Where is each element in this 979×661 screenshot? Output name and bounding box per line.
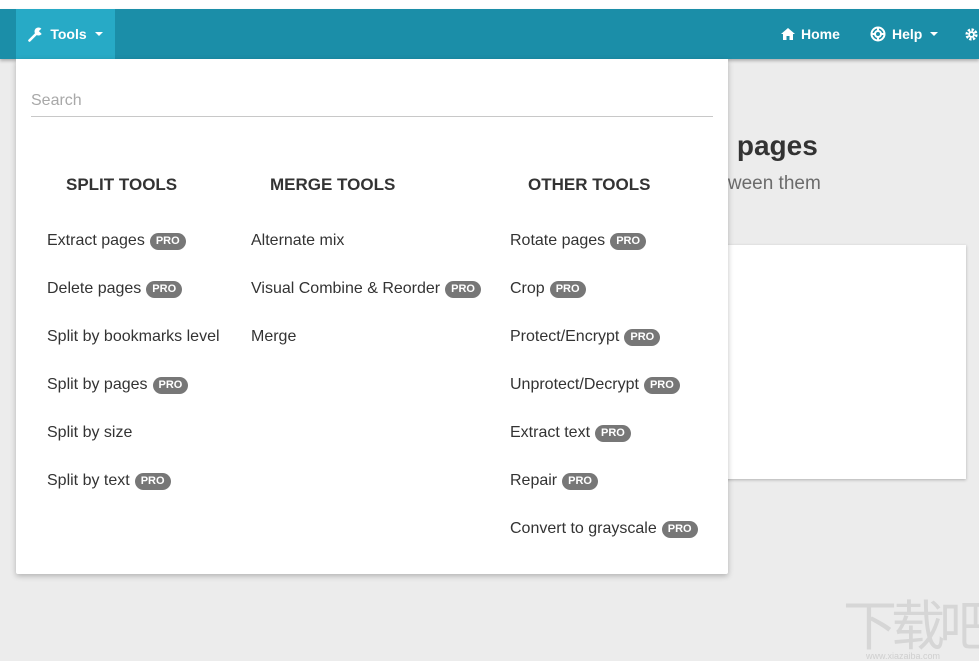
help-menu-toggle[interactable]: Help xyxy=(870,9,939,59)
tool-item[interactable]: Merge xyxy=(251,327,481,375)
help-label: Help xyxy=(892,26,923,42)
tool-item[interactable]: Extract text PRO xyxy=(510,423,698,471)
pro-badge: PRO xyxy=(152,377,189,394)
tool-item-label: Alternate mix xyxy=(251,232,345,249)
other-tools-list: Rotate pages PRO Crop PRO Protect/Encrypt PRO… xyxy=(510,231,698,567)
pro-badge: PRO xyxy=(445,281,481,298)
home-link[interactable]: Home xyxy=(781,9,840,59)
tool-item-label: Delete pages xyxy=(47,280,142,297)
pro-badge: PRO xyxy=(549,281,586,298)
tool-item-label: Unprotect/Decrypt xyxy=(510,376,639,393)
tool-item-label: Extract text xyxy=(510,424,591,441)
window-top-strip xyxy=(0,0,979,9)
pro-badge: PRO xyxy=(134,473,171,490)
pro-badge: PRO xyxy=(624,329,661,346)
chevron-down-icon xyxy=(930,32,939,36)
tool-item[interactable]: Crop PRO xyxy=(510,279,698,327)
tool-item[interactable]: Unprotect/Decrypt PRO xyxy=(510,375,698,423)
tool-item-label: Visual Combine & Reorder xyxy=(251,280,441,297)
tool-item[interactable]: Repair PRO xyxy=(510,471,698,519)
home-icon xyxy=(781,28,795,40)
tool-item[interactable]: Alternate mix xyxy=(251,231,481,279)
pro-badge: PRO xyxy=(661,521,698,538)
tools-menu-toggle[interactable]: Tools xyxy=(16,9,115,59)
other-tools-heading: OTHER TOOLS xyxy=(528,175,651,194)
tools-dropdown: SPLIT TOOLS MERGE TOOLS OTHER TOOLS Extr… xyxy=(16,59,728,574)
tool-item-label: Repair xyxy=(510,472,558,489)
merge-tools-heading: MERGE TOOLS xyxy=(270,175,396,194)
tool-item[interactable]: Split by text PRO xyxy=(47,471,220,519)
tool-item-label: Split by text xyxy=(47,472,130,489)
watermark-logo: 下载吧 xyxy=(843,595,979,658)
wrench-icon xyxy=(28,26,45,42)
tool-item[interactable]: Split by bookmarks level xyxy=(47,327,220,375)
pro-badge: PRO xyxy=(610,233,647,250)
tool-item-label: Merge xyxy=(251,328,297,345)
pro-badge: PRO xyxy=(149,233,186,250)
pro-badge: PRO xyxy=(595,425,631,442)
tool-item-label: Protect/Encrypt xyxy=(510,328,620,345)
gear-icon xyxy=(964,27,979,42)
tool-item[interactable]: Rotate pages PRO xyxy=(510,231,698,279)
lifebuoy-icon xyxy=(870,26,886,42)
pro-badge: PRO xyxy=(146,281,183,298)
pro-badge: PRO xyxy=(643,377,680,394)
page-subheading: etween them xyxy=(712,173,821,194)
tool-item[interactable]: Extract pages PRO xyxy=(47,231,220,279)
tool-item[interactable]: Convert to grayscale PRO xyxy=(510,519,698,567)
chevron-down-icon xyxy=(94,32,103,36)
search-input[interactable] xyxy=(31,86,713,117)
home-label: Home xyxy=(801,26,840,42)
settings-button[interactable] xyxy=(964,9,979,59)
navbar: Tools Home Help xyxy=(0,9,979,59)
tool-item[interactable]: Split by size xyxy=(47,423,220,471)
tool-item-label: Split by bookmarks level xyxy=(47,328,220,345)
tool-item-label: Rotate pages xyxy=(510,232,606,249)
merge-tools-list: Alternate mix Visual Combine & Reorder PRO… xyxy=(251,231,481,375)
tool-item-label: Extract pages xyxy=(47,232,145,249)
tool-item-label: Convert to grayscale xyxy=(510,520,657,537)
tool-item-label: Split by pages xyxy=(47,376,148,393)
tool-item[interactable]: Protect/Encrypt PRO xyxy=(510,327,698,375)
tool-item[interactable]: Delete pages PRO xyxy=(47,279,220,327)
tools-menu-label: Tools xyxy=(50,26,87,42)
tool-item-label: Crop xyxy=(510,280,545,297)
tool-item-label: Split by size xyxy=(47,424,133,441)
tool-item[interactable]: Visual Combine & Reorder PRO xyxy=(251,279,481,327)
content-card xyxy=(700,245,966,479)
split-tools-heading: SPLIT TOOLS xyxy=(66,175,178,194)
pro-badge: PRO xyxy=(562,473,598,490)
split-tools-list: Extract pages PRO Delete pages PRO Split by … xyxy=(47,231,220,519)
tool-item[interactable]: Split by pages PRO xyxy=(47,375,220,423)
